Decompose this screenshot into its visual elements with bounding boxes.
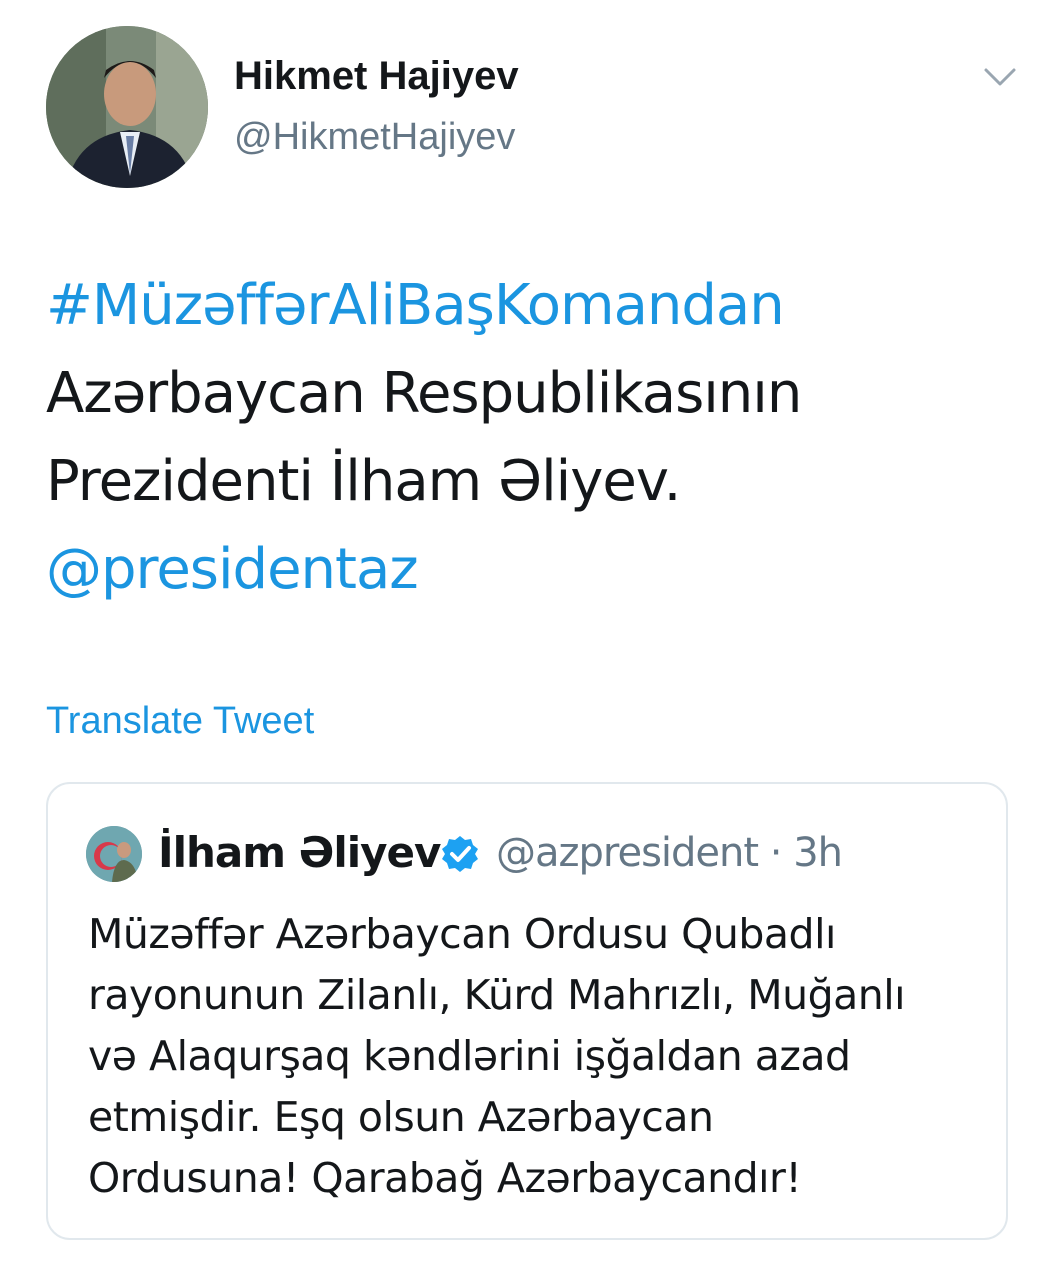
quoted-text-line: rayonunun Zilanlı, Kürd Mahrızlı, Muğanl… [88, 971, 906, 1019]
chevron-down-icon[interactable] [980, 62, 1020, 92]
tweet-text-line: Azərbaycan Respublikasının [46, 361, 802, 426]
quoted-text-line: Ordusuna! Qarabağ Azərbaycandır! [88, 1154, 802, 1202]
quoted-tweet[interactable]: İlham Əliyev @azpresident · 3h Müzəffər … [46, 782, 1008, 1240]
quoted-text-line: etmişdir. Eşq olsun Azərbaycan [88, 1093, 714, 1141]
tweet-text-line: Prezidenti İlham Əliyev. [46, 449, 681, 514]
author-display-name[interactable]: Hikmet Hajiyev [234, 54, 519, 99]
quoted-tweet-text: Müzəffər Azərbaycan Ordusu Qubadlı rayon… [88, 904, 988, 1209]
quoted-display-name[interactable]: İlham Əliyev [158, 828, 441, 877]
quoted-text-line: Müzəffər Azərbaycan Ordusu Qubadlı [88, 910, 836, 958]
author-handle[interactable]: @HikmetHajiyev [234, 116, 515, 159]
tweet-body: #MüzəffərAliBaşKomandan Azərbaycan Respu… [46, 262, 1026, 614]
quoted-handle-time: @azpresident · 3h [496, 830, 843, 876]
verified-badge-icon [442, 836, 478, 872]
quoted-text-line: və Alaqurşaq kəndlərini işğaldan azad [88, 1032, 851, 1080]
mention-link[interactable]: @presidentaz [46, 526, 1026, 614]
author-avatar[interactable] [46, 26, 208, 188]
translate-tweet-link[interactable]: Translate Tweet [46, 700, 314, 743]
hashtag-link[interactable]: #MüzəffərAliBaşKomandan [46, 262, 1026, 350]
quoted-author-avatar[interactable] [86, 826, 142, 882]
